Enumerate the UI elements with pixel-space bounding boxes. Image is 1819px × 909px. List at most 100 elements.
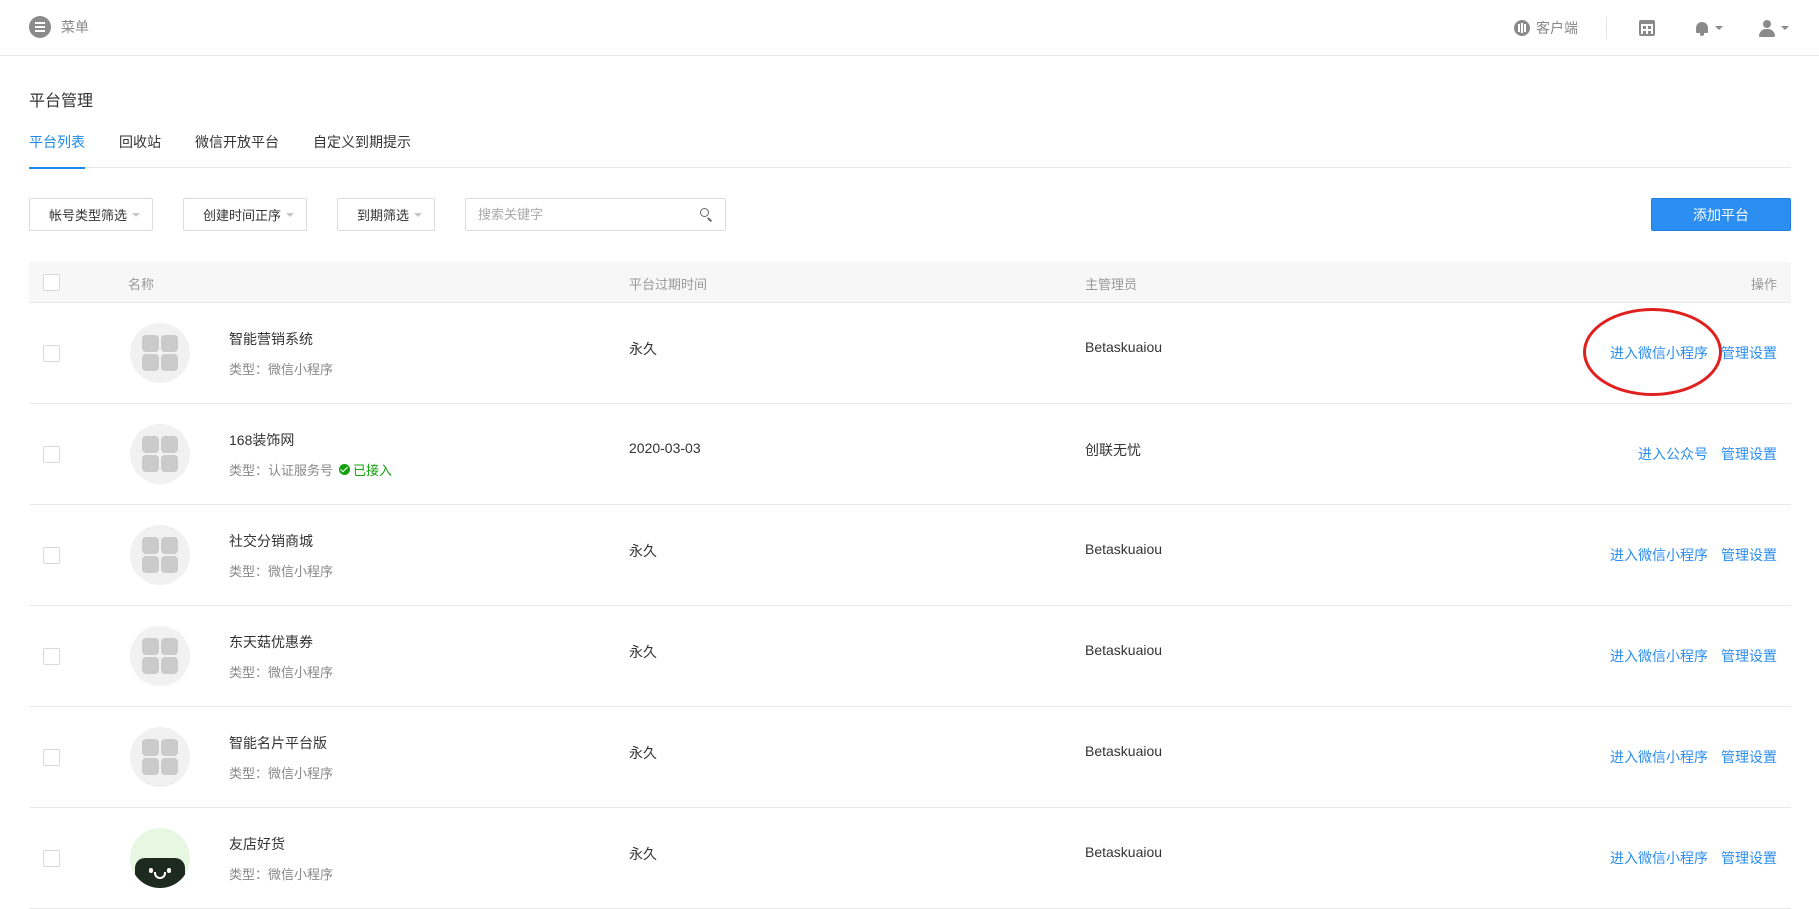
row-actions: 进入微信小程序 管理设置: [1610, 646, 1777, 666]
platform-type: 类型：微信小程序: [229, 763, 333, 782]
platform-type: 类型：认证服务号 已接入: [229, 460, 392, 479]
tab-platform-list[interactable]: 平台列表: [29, 130, 85, 169]
chevron-down-icon: [1781, 26, 1789, 30]
platform-name: 智能营销系统: [229, 331, 313, 347]
status-badge: 已接入: [339, 460, 392, 479]
created-order-filter[interactable]: 创建时间正序: [183, 198, 308, 231]
add-platform-button[interactable]: 添加平台: [1651, 198, 1791, 231]
platform-avatar: [130, 828, 190, 888]
row-checkbox[interactable]: [43, 345, 60, 362]
filter-bar: 帐号类型筛选 创建时间正序 到期筛选: [29, 198, 727, 231]
manage-settings-link[interactable]: 管理设置: [1721, 444, 1777, 464]
account-type-filter-label: 帐号类型筛选: [49, 208, 128, 223]
select-all-checkbox[interactable]: [43, 274, 60, 291]
chevron-down-icon: [286, 212, 295, 217]
row-actions: 进入微信小程序 管理设置: [1610, 545, 1777, 565]
platform-type: 类型：微信小程序: [229, 864, 333, 883]
notifications-button[interactable]: [1695, 21, 1723, 36]
client-button[interactable]: 客户端: [1514, 18, 1578, 38]
platform-avatar: [130, 323, 190, 383]
manage-settings-link[interactable]: 管理设置: [1721, 848, 1777, 868]
created-order-filter-label: 创建时间正序: [203, 208, 282, 223]
manage-settings-link[interactable]: 管理设置: [1721, 545, 1777, 565]
platform-table: 名称 平台过期时间 主管理员 操作 智能营销系统 类型：微信小程序 永久 Betask…: [29, 262, 1791, 909]
account-type-filter[interactable]: 帐号类型筛选: [29, 198, 154, 231]
expire-time: 永久: [629, 846, 657, 862]
table-row: 社交分销商城 类型：微信小程序 永久 Betaskuaiou 进入微信小程序 管理设置: [29, 505, 1791, 606]
tab-recycle-bin[interactable]: 回收站: [119, 130, 161, 168]
expire-time: 2020-03-03: [629, 440, 701, 456]
admin-name: Betaskuaiou: [1085, 339, 1163, 355]
admin-name: Betaskuaiou: [1085, 642, 1163, 658]
manage-settings-link[interactable]: 管理设置: [1721, 343, 1777, 363]
calendar-icon[interactable]: [1639, 20, 1655, 36]
enter-platform-link[interactable]: 进入微信小程序: [1610, 545, 1708, 565]
platform-type-label: 类型：微信小程序: [229, 867, 334, 882]
user-icon: [1759, 19, 1775, 37]
tab-bar: 平台列表 回收站 微信开放平台 自定义到期提示: [29, 130, 1791, 169]
chevron-down-icon: [132, 212, 141, 217]
platform-type: 类型：微信小程序: [229, 359, 333, 378]
platform-name: 友店好货: [229, 836, 285, 852]
enter-platform-link[interactable]: 进入微信小程序: [1610, 848, 1708, 868]
search-box: [465, 198, 727, 231]
header-name: 名称: [128, 277, 155, 292]
menu-icon: [29, 16, 51, 38]
header-admin: 主管理员: [1085, 277, 1138, 292]
menu-button[interactable]: 菜单: [29, 15, 89, 39]
platform-name: 168装饰网: [229, 432, 295, 448]
menu-label: 菜单: [61, 19, 89, 35]
platform-type-label: 类型：微信小程序: [229, 665, 334, 680]
platform-avatar: [130, 424, 190, 484]
enter-platform-link[interactable]: 进入微信小程序: [1610, 646, 1708, 666]
admin-name: 创联无忧: [1085, 442, 1141, 458]
header-actions: 操作: [1750, 277, 1777, 292]
row-checkbox[interactable]: [43, 446, 60, 463]
enter-platform-link[interactable]: 进入微信小程序: [1610, 343, 1708, 363]
platform-type: 类型：微信小程序: [229, 561, 333, 580]
row-actions: 进入微信小程序 管理设置: [1610, 343, 1777, 363]
table-row: 智能营销系统 类型：微信小程序 永久 Betaskuaiou 进入微信小程序 管理设置: [29, 303, 1791, 404]
topbar-divider: [1606, 17, 1607, 39]
table-row: 东天菇优惠券 类型：微信小程序 永久 Betaskuaiou 进入微信小程序 管理设置: [29, 606, 1791, 707]
row-checkbox[interactable]: [43, 648, 60, 665]
platform-name: 东天菇优惠券: [229, 634, 313, 650]
admin-name: Betaskuaiou: [1085, 541, 1163, 557]
search-input[interactable]: [466, 199, 687, 230]
manage-settings-link[interactable]: 管理设置: [1721, 646, 1777, 666]
header-expire-time: 平台过期时间: [629, 277, 708, 292]
table-header: 名称 平台过期时间 主管理员 操作: [29, 262, 1791, 303]
expire-time: 永久: [629, 543, 657, 559]
chevron-down-icon: [414, 212, 423, 217]
manage-settings-link[interactable]: 管理设置: [1721, 747, 1777, 767]
row-checkbox[interactable]: [43, 749, 60, 766]
platform-avatar: [130, 525, 190, 585]
expiry-filter-label: 到期筛选: [357, 208, 410, 223]
platform-type-label: 类型：微信小程序: [229, 564, 334, 579]
platform-type-label: 类型：认证服务号: [229, 463, 334, 478]
check-circle-icon: [339, 464, 351, 475]
table-body: 智能营销系统 类型：微信小程序 永久 Betaskuaiou 进入微信小程序 管理设置 16…: [29, 303, 1791, 909]
user-menu-button[interactable]: [1759, 19, 1789, 37]
platform-type-label: 类型：微信小程序: [229, 766, 334, 781]
platform-type-label: 类型：微信小程序: [229, 362, 334, 377]
tab-wechat-open-platform[interactable]: 微信开放平台: [195, 130, 279, 168]
platform-avatar: [130, 727, 190, 787]
platform-type: 类型：微信小程序: [229, 662, 333, 681]
enter-platform-link[interactable]: 进入公众号: [1638, 444, 1708, 464]
row-checkbox[interactable]: [43, 850, 60, 867]
tab-custom-expiry-notice[interactable]: 自定义到期提示: [313, 130, 411, 168]
expire-time: 永久: [629, 745, 657, 761]
row-checkbox[interactable]: [43, 547, 60, 564]
bell-icon: [1695, 21, 1709, 36]
expiry-filter[interactable]: 到期筛选: [337, 198, 436, 231]
admin-name: Betaskuaiou: [1085, 743, 1163, 759]
table-row: 168装饰网类型：认证服务号 已接入 2020-03-03 创联无忧 进入公众号 管理设置: [29, 404, 1791, 505]
row-actions: 进入微信小程序 管理设置: [1610, 747, 1777, 767]
client-label: 客户端: [1536, 20, 1578, 36]
platform-avatar: [130, 626, 190, 686]
enter-platform-link[interactable]: 进入微信小程序: [1610, 747, 1708, 767]
table-row: 智能名片平台版 类型：微信小程序 永久 Betaskuaiou 进入微信小程序 管理设置: [29, 707, 1791, 808]
top-bar: 菜单 客户端: [0, 0, 1819, 56]
search-icon[interactable]: [700, 208, 713, 222]
